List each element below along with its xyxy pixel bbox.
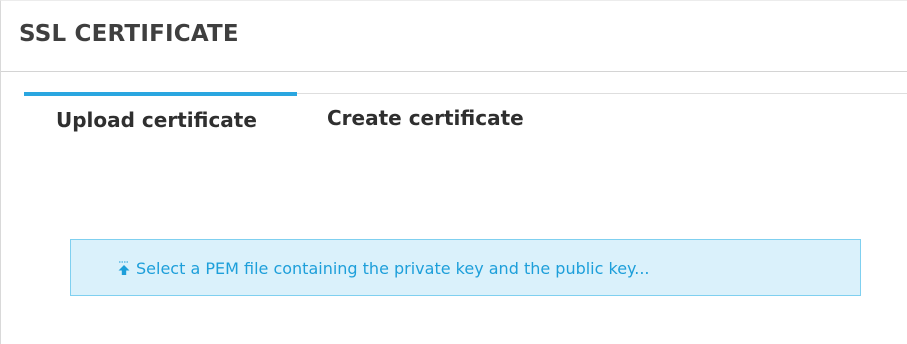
upload-icon [117, 258, 131, 280]
upload-prompt-row: Select a PEM file containing the private… [117, 258, 650, 280]
tab-create-certificate[interactable]: Create certificate [327, 94, 524, 146]
tab-bar: Upload certificate Create certificate [24, 92, 907, 146]
ssl-certificate-panel: SSL CERTIFICATE Upload certificate Creat… [0, 0, 907, 344]
panel-header: SSL CERTIFICATE [1, 1, 907, 72]
upload-prompt-text: Select a PEM file containing the private… [136, 259, 650, 278]
tab-upload-certificate[interactable]: Upload certificate [24, 92, 297, 144]
pem-file-upload-button[interactable]: Select a PEM file containing the private… [70, 239, 861, 296]
panel-title: SSL CERTIFICATE [19, 21, 239, 47]
